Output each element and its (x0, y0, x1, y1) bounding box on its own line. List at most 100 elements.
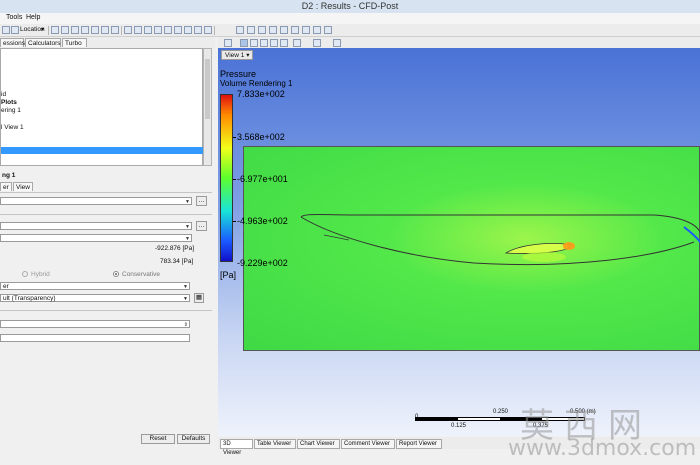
view-selector[interactable]: View 1 ▾ (221, 50, 254, 60)
variable-browse-button[interactable]: … (196, 221, 207, 231)
radio-conservative-label: Conservative (122, 271, 160, 278)
title-bar: D2 : Results - CFD-Post (0, 0, 700, 14)
transparency-combo[interactable]: ult (Transparency) ▼ (0, 294, 190, 302)
menu-bar: Tools Help (0, 13, 700, 24)
toolbar-clip-icon[interactable] (134, 26, 142, 34)
tab-expressions[interactable]: essions (0, 38, 25, 47)
toolbar-contour-icon[interactable] (51, 26, 59, 34)
legend-value-2: 3.568e+002 (237, 132, 285, 142)
legend-value-max: 7.833e+002 (237, 89, 285, 99)
toolbar-surface-icon[interactable] (111, 26, 119, 34)
transparency-value: ult (Transparency) (3, 295, 56, 302)
legend-value-min: -9.229e+002 (237, 258, 288, 268)
toolbar-color-map-icon[interactable] (144, 26, 152, 34)
tab-calculators[interactable]: Calculators (25, 38, 61, 47)
toolbar-macro-icon[interactable] (280, 26, 288, 34)
toolbar-vector-icon[interactable] (61, 26, 69, 34)
tree-item-volume-rendering[interactable]: ering 1 (1, 107, 21, 114)
legend-object: Volume Rendering 1 (220, 79, 293, 88)
menu-tools[interactable]: Tools (6, 14, 22, 21)
menu-help[interactable]: Help (26, 14, 40, 21)
pan-icon[interactable] (250, 39, 258, 47)
legend-value-3: -6.977e+001 (237, 174, 288, 184)
pressure-field-domain[interactable] (243, 146, 700, 351)
variable-combo[interactable]: ▼ (0, 222, 192, 230)
tab-render[interactable]: er (0, 182, 12, 191)
color-mode-value: er (3, 283, 9, 290)
zoom-fit-icon[interactable] (280, 39, 288, 47)
text-field[interactable] (0, 334, 190, 342)
window-title: D2 : Results - CFD-Post (301, 1, 399, 11)
zoom-box-icon[interactable] (270, 39, 278, 47)
toolbar-chart-icon[interactable] (204, 26, 212, 34)
radio-conservative[interactable] (113, 271, 119, 277)
toolbar-streamline-icon[interactable] (71, 26, 79, 34)
toolbar-window-icon[interactable] (324, 26, 332, 34)
tree-item-mesh[interactable]: id (1, 91, 6, 98)
tree-selected-row[interactable] (1, 147, 203, 154)
tree-item-plots[interactable]: Plots (1, 99, 17, 106)
toolbar-legend-icon[interactable] (154, 26, 162, 34)
tab-view[interactable]: View (13, 182, 33, 191)
domain-browse-button[interactable]: … (196, 196, 207, 206)
tab-comment-viewer[interactable]: Comment Viewer (341, 439, 395, 449)
tab-report-viewer[interactable]: Report Viewer (396, 439, 442, 449)
tab-3d-viewer[interactable]: 3D Viewer (220, 439, 253, 456)
zoom-icon[interactable] (260, 39, 268, 47)
toolbar-particle-icon[interactable] (81, 26, 89, 34)
chevron-down-icon: ▼ (185, 236, 190, 242)
toolbar-undo-icon[interactable] (2, 26, 10, 34)
legend-variable: Pressure (220, 69, 257, 79)
toolbar-calc-icon[interactable] (184, 26, 192, 34)
chevron-down-icon: ▼ (183, 296, 188, 302)
defaults-button[interactable]: Defaults (177, 434, 210, 444)
radio-hybrid-label: Hybrid (31, 271, 50, 278)
toolbar-isosurface-icon[interactable] (101, 26, 109, 34)
toolbar-variable-icon[interactable] (174, 26, 182, 34)
legend-color-bar (220, 94, 233, 262)
max-value: 783.34 [Pa] (160, 258, 194, 265)
radio-hybrid[interactable] (22, 271, 28, 277)
tree-item-view[interactable]: l View 1 (1, 124, 24, 131)
range-combo[interactable]: ▼ (0, 234, 192, 242)
toolbar-turbo-icon[interactable] (291, 26, 299, 34)
select-icon[interactable] (224, 39, 232, 47)
toolbar-save-icon[interactable] (302, 26, 310, 34)
legend-unit: [Pa] (220, 270, 237, 280)
tree-scrollbar[interactable] (203, 48, 212, 166)
highlight-icon[interactable] (293, 39, 301, 47)
domain-combo[interactable]: ▼ (0, 197, 192, 205)
toolbar-text-icon[interactable] (124, 26, 132, 34)
viewport-layout-icon[interactable] (313, 39, 321, 47)
view-selector-label: View 1 (225, 52, 245, 59)
toolbar-print-icon[interactable] (313, 26, 321, 34)
legend-value-4: -4.963e+002 (237, 216, 288, 226)
axes-icon[interactable] (333, 39, 341, 47)
spinner-icon: ⇕ (183, 322, 188, 328)
toolbar-location-icon[interactable] (11, 26, 19, 34)
edit-transparency-button[interactable]: ▦ (194, 293, 204, 303)
chevron-down-icon: ▼ (185, 199, 190, 205)
toolbar-timestep-icon[interactable] (236, 26, 244, 34)
chevron-down-icon: ▼ (183, 284, 188, 290)
chevron-down-icon: ▼ (185, 224, 190, 230)
number-spin-field[interactable]: ⇕ (0, 320, 190, 328)
scale-label-1: 0.250 (493, 409, 509, 415)
tab-chart-viewer[interactable]: Chart Viewer (297, 439, 340, 449)
toolbar-animation-icon[interactable] (247, 26, 255, 34)
main-toolbar: Location ▾ (0, 24, 700, 37)
min-value: -922.876 [Pa] (155, 245, 195, 252)
toolbar-expression-icon[interactable] (164, 26, 172, 34)
toolbar-volume-icon[interactable] (91, 26, 99, 34)
rotate-icon[interactable] (240, 39, 248, 47)
tab-turbo[interactable]: Turbo (62, 38, 87, 47)
toolbar-image-icon[interactable] (258, 26, 266, 34)
tab-table-viewer[interactable]: Table Viewer (254, 439, 296, 449)
details-panel: ng 1 er View ▼ … ▼ … ▼ -922.876 [Pa] 783… (0, 167, 212, 465)
toolbar-report-icon[interactable] (269, 26, 277, 34)
color-mode-combo[interactable]: er ▼ (0, 282, 190, 290)
reset-button[interactable]: Reset (141, 434, 175, 444)
toolbar-table-icon[interactable] (194, 26, 202, 34)
outline-tree[interactable]: id Plots ering 1 l View 1 (0, 48, 203, 166)
chevron-down-icon[interactable]: ▾ (41, 26, 44, 33)
